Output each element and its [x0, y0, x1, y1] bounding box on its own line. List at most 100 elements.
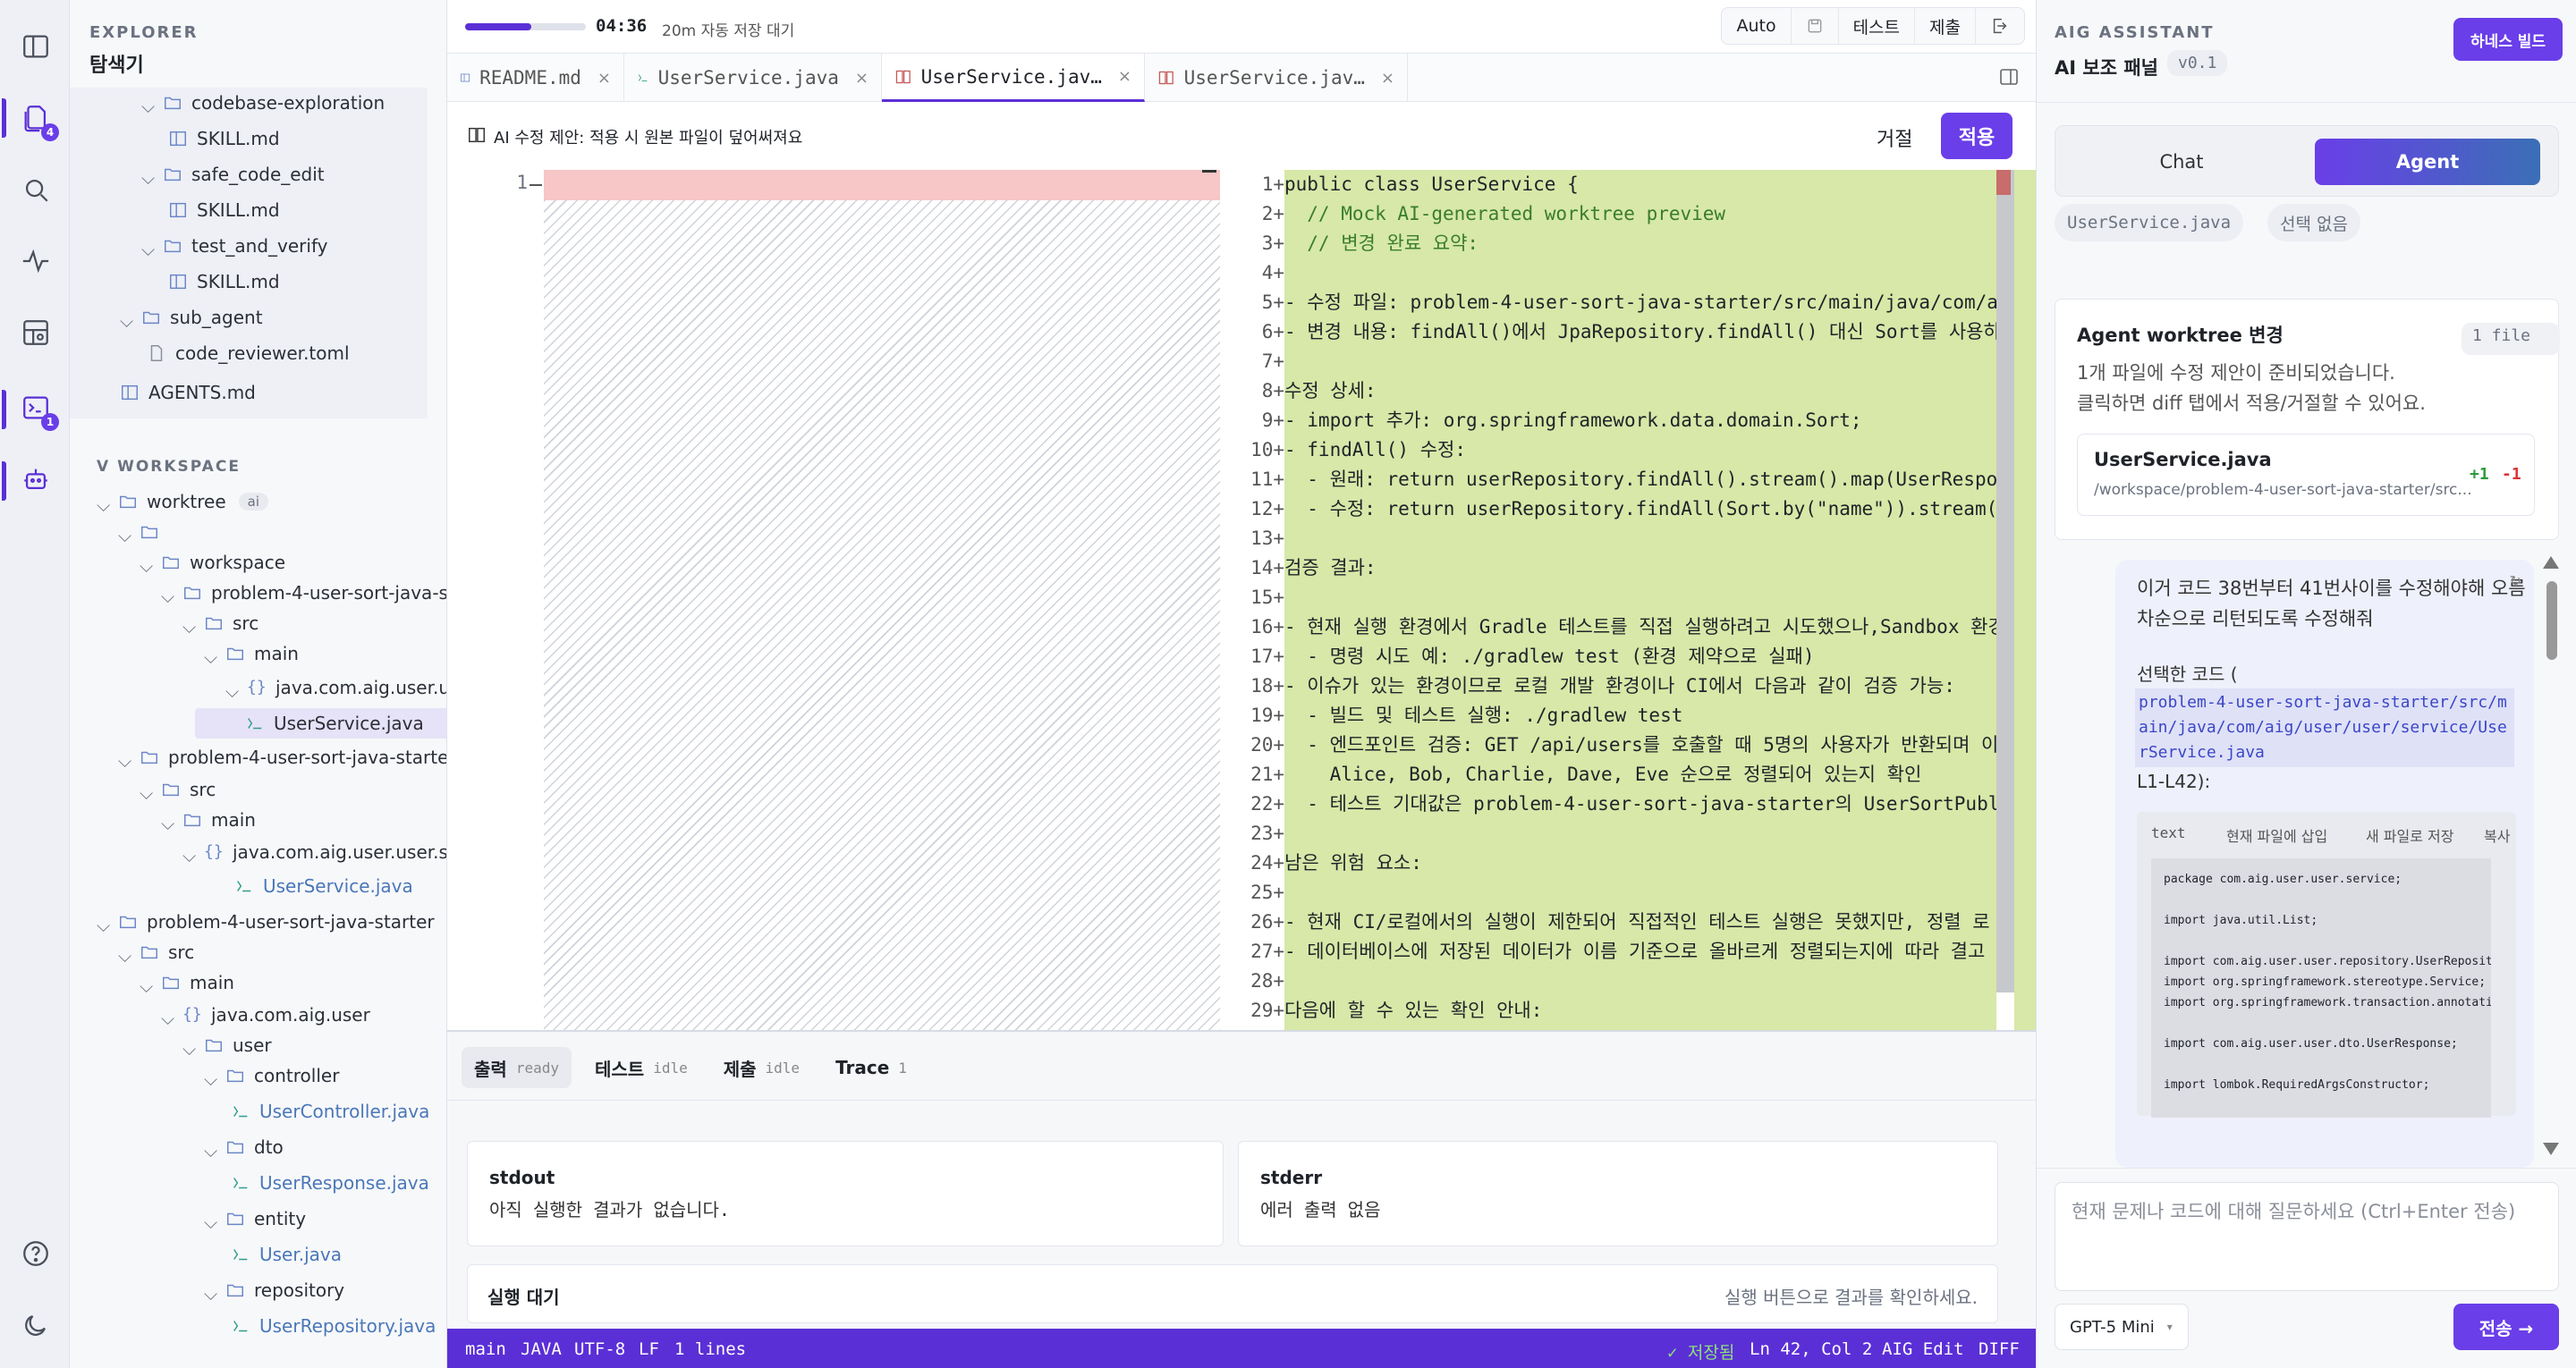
tree-folder[interactable]: ⌵ main	[204, 638, 299, 669]
tree-package[interactable]: ⌵{} java.com.aig.user.user.se	[182, 837, 446, 867]
tree-folder[interactable]: ⌵ problem-4-user-sort-java-s	[161, 578, 446, 608]
tab-readme[interactable]: README.md ×	[447, 54, 624, 102]
test-button[interactable]: 테스트	[1839, 8, 1916, 44]
line-number: 24+	[1250, 852, 1284, 874]
tab-test[interactable]: 테스트 idle	[582, 1047, 700, 1088]
tree-folder[interactable]: ⌵ workspace	[140, 547, 285, 578]
tree-folder[interactable]: ⌵ codebase-exploration	[141, 88, 385, 118]
exit-icon[interactable]	[1976, 8, 2024, 44]
agent-tab[interactable]: Agent	[2315, 139, 2540, 185]
code-line: - 데이터베이스에 저장된 데이터가 이름 기준으로 올바르게 정렬되는지에 따…	[1284, 941, 1986, 962]
copy-button[interactable]: 복사	[2484, 824, 2510, 846]
tree-package[interactable]: ⌵{} java.com.aig.user	[161, 1000, 370, 1030]
chat-tab[interactable]: Chat	[2064, 139, 2299, 185]
status-eol[interactable]: LF	[639, 1339, 659, 1359]
worktree-changes-card[interactable]: Agent worktree 변경 1 file 1개 파일에 수정 제안이 준…	[2055, 299, 2560, 540]
close-icon[interactable]: ×	[1118, 67, 1131, 86]
stdout-title: stdout	[489, 1167, 555, 1188]
tree-folder[interactable]: ⌵ problem-4-user-sort-java-starte	[118, 742, 446, 773]
search-icon[interactable]	[18, 172, 54, 207]
tree-folder[interactable]: ⌵ worktree ai	[97, 486, 268, 517]
diff-editor[interactable]: 1 1+ 2+ 3+ 4+ 5+ 6+ 7+ 8+ 9+ 10+ 11+ 12+ 13+ 14+ 15+ 16…	[447, 170, 2036, 1030]
tree-file[interactable]: UserController.java	[231, 1096, 429, 1127]
tab-trace[interactable]: Trace 1	[823, 1047, 919, 1088]
activity-pulse-icon[interactable]	[18, 243, 54, 279]
tree-file[interactable]: SKILL.md	[168, 123, 280, 154]
theme-moon-icon[interactable]	[18, 1307, 54, 1343]
explorer-files-icon[interactable]: 4	[2, 98, 59, 141]
tree-file[interactable]: code_reviewer.toml	[147, 338, 350, 368]
tree-file[interactable]: AGENTS.md	[120, 377, 256, 408]
tree-file[interactable]: User.java	[231, 1239, 342, 1270]
help-icon[interactable]	[18, 1236, 54, 1271]
tab-userservice-diff[interactable]: UserService.jav… ×	[1145, 54, 1408, 102]
model-select[interactable]: GPT-5 Mini ▾	[2055, 1304, 2189, 1350]
status-lines: 1 lines	[674, 1339, 747, 1359]
tree-folder[interactable]: ⌵ user	[182, 1030, 272, 1060]
status-branch[interactable]: main	[465, 1339, 506, 1359]
save-as-new-file-button[interactable]: 새 파일로 저장	[2366, 824, 2454, 846]
tree-folder[interactable]: ⌵ safe_code_edit	[141, 159, 325, 190]
tree-file[interactable]: UserResponse.java	[231, 1168, 429, 1198]
close-icon[interactable]: ×	[597, 69, 611, 88]
tab-userservice[interactable]: UserService.java ×	[624, 54, 882, 102]
auto-mode-button[interactable]: Auto	[1722, 8, 1792, 44]
tree-folder[interactable]: ⌵ problem-4-user-sort-java-starter	[97, 907, 435, 937]
scroll-down-icon[interactable]	[2543, 1143, 2559, 1155]
send-button[interactable]: 전송 →	[2453, 1304, 2559, 1350]
tree-folder[interactable]: ⌵ src	[118, 937, 194, 967]
message-line-1: 이거 코드 38번부터 41번사이를 수정해야해 오름	[2137, 578, 2526, 599]
folder-icon	[165, 168, 181, 182]
code-line: - import 추가: org.springframework.data.do…	[1284, 410, 1862, 431]
folder-icon	[206, 1039, 222, 1052]
tree-folder[interactable]: ⌵ controller	[204, 1060, 339, 1091]
selection-pill[interactable]: 선택 없음	[2267, 204, 2360, 241]
tree-folder[interactable]: ⌵ dto	[204, 1132, 284, 1162]
modified-code: public class UserService { // Mock AI-ge…	[1284, 170, 1996, 1026]
status-language[interactable]: JAVA	[521, 1339, 562, 1359]
dashboard-icon[interactable]	[18, 315, 54, 350]
tree-file[interactable]: UserRepository.java	[231, 1311, 436, 1341]
close-icon[interactable]: ×	[855, 69, 869, 88]
tree-package[interactable]: ⌵{} java.com.aig.user.u	[225, 672, 446, 703]
editor-scrollbar[interactable]	[1996, 170, 2014, 992]
tree-file[interactable]: UserService.java	[234, 871, 413, 901]
selected-code-path[interactable]: problem-4-user-sort-java-starter/src/mai…	[2135, 688, 2514, 767]
apply-button[interactable]: 적용	[1941, 113, 2012, 159]
context-file-pill[interactable]: UserService.java	[2055, 204, 2244, 241]
changed-file-item[interactable]: UserService.java /workspace/problem-4-us…	[2077, 434, 2535, 516]
refresh-icon[interactable]: ↻	[2510, 572, 2521, 589]
tree-folder[interactable]: ⌵ main	[161, 805, 256, 835]
tree-folder[interactable]: ⌵ src	[182, 608, 258, 638]
question-input[interactable]: 현재 문제나 코드에 대해 질문하세요 (Ctrl+Enter 전송)	[2055, 1182, 2559, 1291]
status-encoding[interactable]: UTF-8	[574, 1339, 625, 1359]
save-icon[interactable]	[1792, 8, 1839, 44]
status-cursor[interactable]: Ln 42, Col 2	[1750, 1339, 1872, 1359]
tab-submit[interactable]: 제출 idle	[711, 1047, 812, 1088]
split-view-icon[interactable]	[1998, 66, 2020, 91]
tree-folder[interactable]: ⌵	[118, 517, 168, 547]
tree-folder[interactable]: ⌵ test_and_verify	[141, 231, 327, 261]
reject-button[interactable]: 거절	[1877, 123, 1912, 152]
tree-folder[interactable]: ⌵ repository	[204, 1275, 344, 1305]
tree-folder[interactable]: ⌵ main	[140, 967, 234, 998]
tab-userservice-diff-active[interactable]: UserService.jav… ×	[882, 54, 1145, 102]
tree-file[interactable]: SKILL.md	[168, 266, 280, 297]
terminal-icon[interactable]: 1	[2, 390, 59, 431]
close-icon[interactable]: ×	[1381, 69, 1394, 88]
agent-bot-icon[interactable]	[2, 461, 54, 501]
tree-folder[interactable]: ⌵ entity	[204, 1203, 306, 1234]
tree-folder[interactable]: ⌵ src	[140, 774, 216, 805]
chat-scrollbar[interactable]	[2546, 581, 2557, 660]
tree-file[interactable]: SKILL.md	[168, 195, 280, 225]
tree-folder[interactable]: ⌵ sub_agent	[120, 302, 263, 333]
submit-button[interactable]: 제출	[1915, 8, 1976, 44]
sidebar-toggle-icon[interactable]	[18, 29, 54, 64]
harness-build-button[interactable]: 하네스 빌드	[2453, 18, 2563, 61]
insert-into-file-button[interactable]: 현재 파일에 삽입	[2226, 824, 2327, 846]
line-number: 21+	[1250, 764, 1284, 785]
code-line: - 빌드 및 테스트 실행: ./gradlew test	[1284, 705, 1683, 726]
tree-file-selected[interactable]: UserService.java	[195, 708, 446, 739]
scroll-up-icon[interactable]	[2543, 556, 2559, 569]
tab-output[interactable]: 출력 ready	[462, 1047, 572, 1088]
